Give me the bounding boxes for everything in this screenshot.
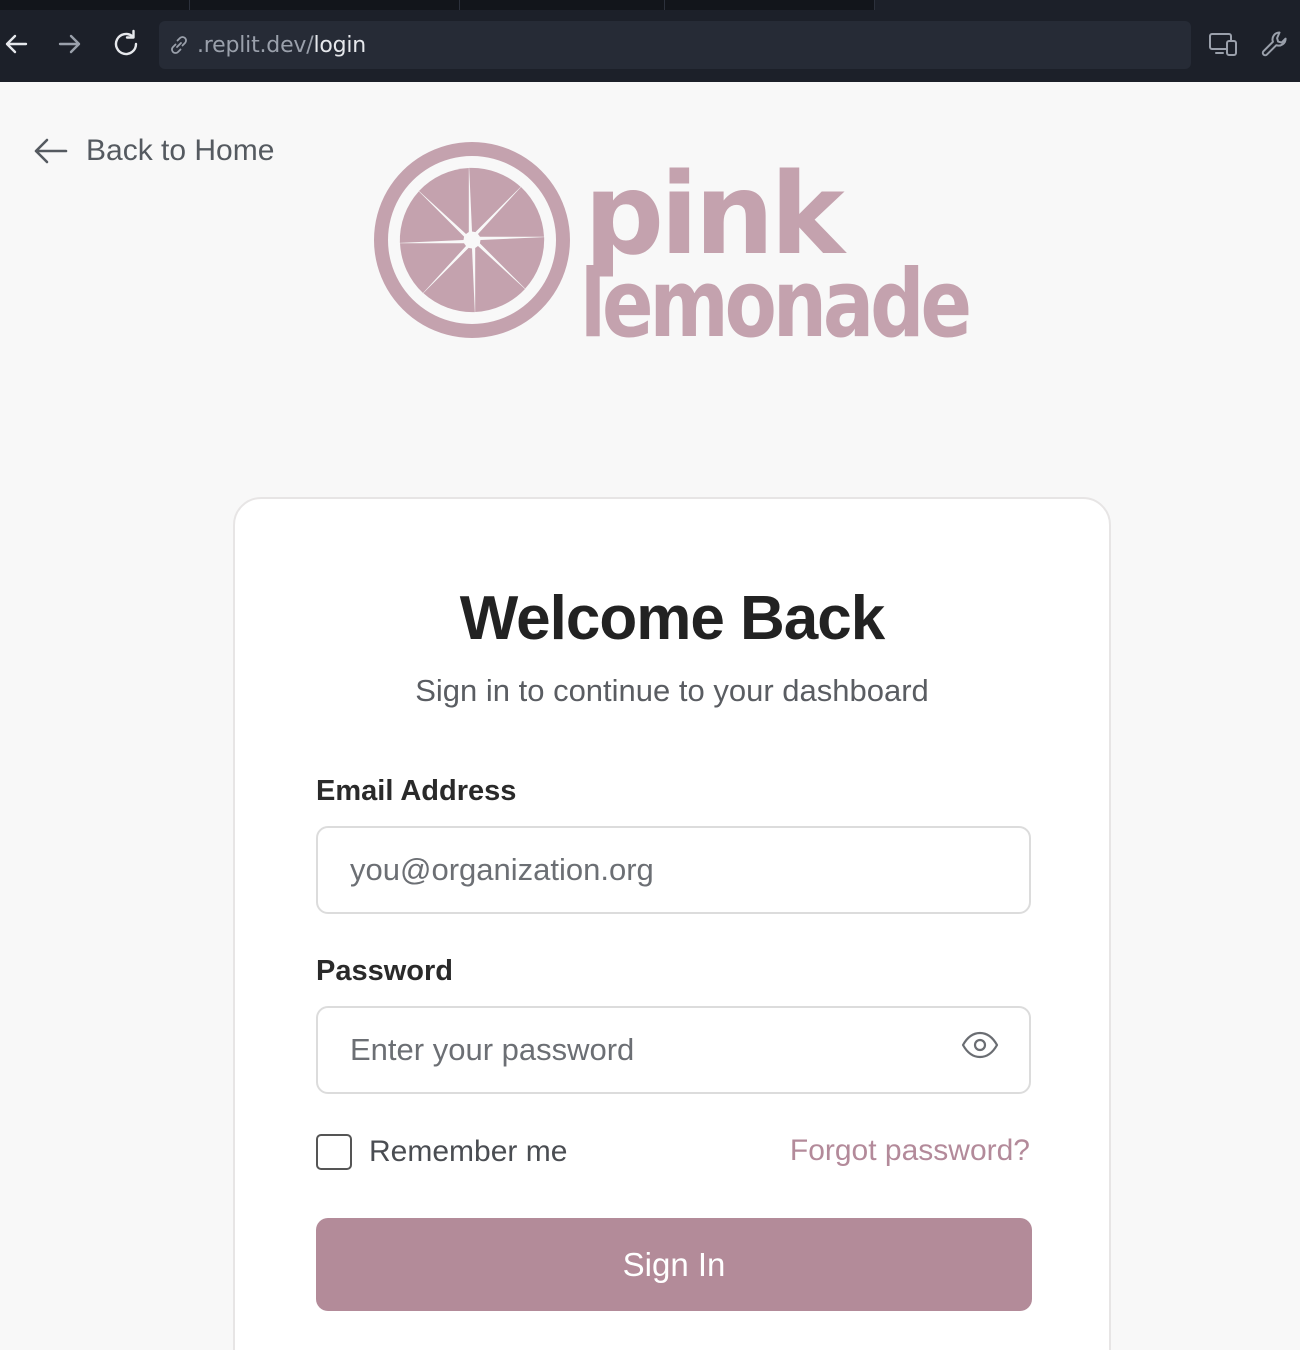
sign-in-button[interactable]: Sign In [316, 1218, 1032, 1311]
eye-icon [961, 1031, 999, 1059]
tab[interactable] [665, 0, 875, 10]
tab-strip [0, 0, 1300, 10]
email-label: Email Address [316, 775, 517, 807]
page-title: Welcome Back [459, 584, 886, 653]
url-path: login [313, 32, 367, 58]
arrow-left-icon [34, 138, 68, 164]
tab[interactable] [460, 0, 665, 10]
wrench-icon [1261, 31, 1287, 57]
back-to-home-label: Back to Home [86, 134, 275, 167]
page-subtitle: Sign in to continue to your dashboard [415, 673, 929, 708]
remember-me[interactable]: Remember me [316, 1134, 567, 1170]
toggle-password-visibility-button[interactable] [961, 1026, 999, 1064]
address-bar[interactable]: .replit.dev/login [159, 21, 1191, 69]
forward-arrow-icon [58, 34, 81, 54]
login-card: Welcome Back Sign in to continue to your… [233, 497, 1111, 1350]
tab[interactable] [0, 0, 190, 10]
devtools-button[interactable] [1257, 26, 1293, 62]
reload-icon [114, 29, 138, 56]
forward-button[interactable] [54, 28, 86, 60]
password-label: Password [316, 955, 453, 987]
reload-button[interactable] [110, 28, 142, 60]
forgot-password-link[interactable]: Forgot password? [790, 1134, 1030, 1168]
remember-me-checkbox[interactable] [316, 1134, 352, 1170]
logo-word-lemonade: lemonade [580, 250, 969, 340]
url-host: .replit.dev/ [197, 32, 314, 58]
back-to-home-link[interactable]: Back to Home [32, 130, 274, 172]
devices-icon [1209, 33, 1237, 56]
back-button[interactable] [0, 28, 32, 60]
link-icon [171, 36, 187, 54]
lemon-slice-icon: pink lemonade [373, 142, 974, 359]
url-text: .replit.dev/login [197, 33, 366, 58]
email-field[interactable] [316, 826, 1031, 914]
password-field[interactable] [316, 1006, 1031, 1094]
browser-toolbar: .replit.dev/login [0, 0, 1300, 82]
remember-me-label: Remember me [369, 1135, 568, 1168]
back-arrow-icon [5, 34, 28, 54]
brand-logo: pink lemonade [372, 140, 974, 359]
tab[interactable] [190, 0, 460, 10]
device-preview-button[interactable] [1205, 26, 1241, 62]
